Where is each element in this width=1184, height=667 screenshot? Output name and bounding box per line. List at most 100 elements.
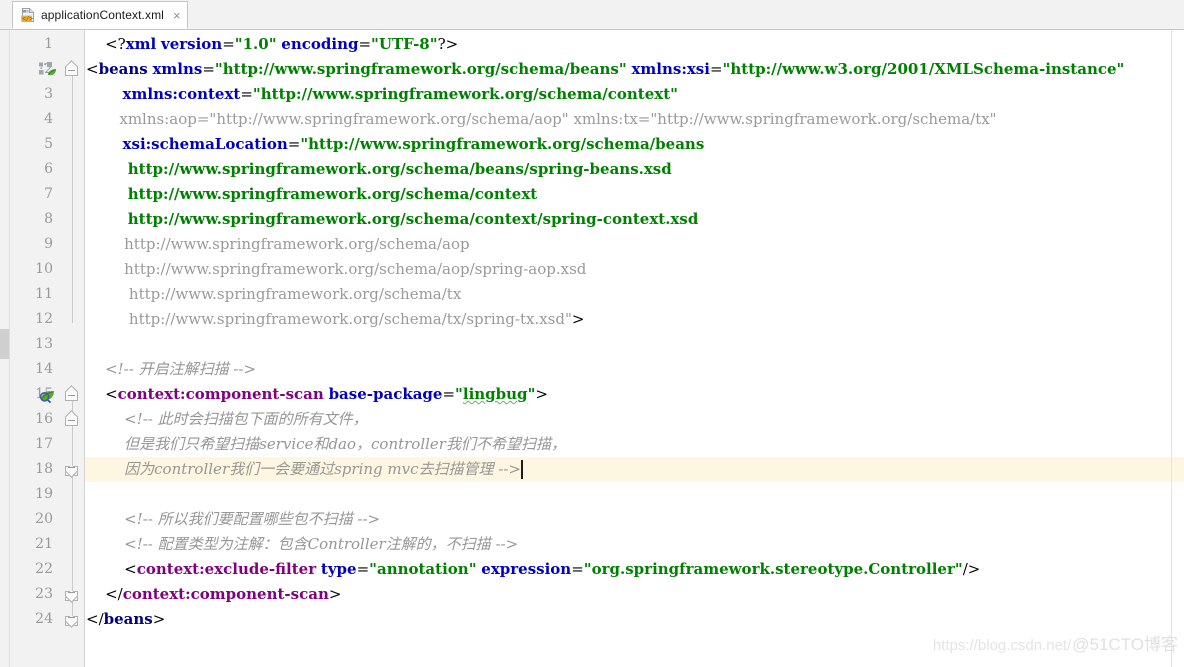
code-token-punct: ?> — [437, 35, 459, 53]
fold-toggle-icon[interactable] — [65, 412, 80, 427]
line-number: 12 — [35, 311, 53, 327]
line-number: 21 — [35, 536, 53, 552]
code-token-comment: 但是我们只希望扫描service和dao，controller我们不希望扫描， — [86, 435, 566, 453]
fold-toggle-icon[interactable] — [65, 462, 80, 477]
line-number: 5 — [44, 136, 53, 152]
code-token-punct: /> — [962, 560, 981, 578]
code-fold-gutter[interactable] — [60, 30, 85, 667]
code-token-eq: = — [240, 85, 253, 103]
code-line[interactable]: <?xml version="1.0" encoding="UTF-8"?> — [86, 32, 1184, 57]
watermark-url: https://blog.csdn.net/ — [932, 637, 1072, 654]
line-number: 3 — [44, 86, 53, 102]
line-number: 6 — [44, 161, 53, 177]
code-token-tag: beans — [98, 60, 148, 78]
code-line[interactable]: 因为controller我们一会要通过spring mvc去扫描管理 --> — [86, 457, 1184, 482]
code-token-val: "http://www.springframework.org/schema/c… — [252, 85, 678, 103]
code-token-val: "1.0" — [234, 35, 277, 53]
code-token-val: http://www.springframework.org/schema/co… — [86, 185, 538, 203]
code-token-punct: > — [571, 310, 585, 328]
tab-close-icon[interactable]: × — [173, 9, 181, 22]
code-token-punct: > — [152, 610, 166, 628]
fold-rail — [72, 71, 73, 323]
line-number: 16 — [35, 411, 53, 427]
code-token-eq: = — [571, 560, 584, 578]
code-token-attr: xsi:schemaLocation — [86, 135, 288, 153]
svg-text:</>: </> — [22, 15, 33, 22]
tab-bar-left-pad — [0, 0, 12, 29]
code-token-punct: < — [86, 560, 137, 578]
code-token-eq: = — [709, 60, 723, 78]
editor-tab-bar: </> applicationContext.xml × — [0, 0, 1184, 30]
code-token-eq: = — [287, 135, 301, 153]
code-token-dim: http://www.springframework.org/schema/tx… — [86, 310, 572, 328]
code-token-attr: xmlns — [152, 60, 203, 78]
code-token-comment: <!-- 开启注解扫描 --> — [86, 360, 257, 378]
code-line[interactable]: http://www.springframework.org/schema/be… — [86, 157, 1184, 182]
code-line[interactable]: <!-- 开启注解扫描 --> — [86, 357, 1184, 382]
code-token-punct: < — [86, 60, 99, 78]
code-line[interactable]: http://www.springframework.org/schema/tx — [86, 282, 1184, 307]
code-line[interactable]: <!-- 所以我们要配置哪些包不扫描 --> — [86, 507, 1184, 532]
code-line[interactable]: http://www.springframework.org/schema/co… — [86, 182, 1184, 207]
code-line[interactable]: 但是我们只希望扫描service和dao，controller我们不希望扫描， — [86, 432, 1184, 457]
fold-toggle-icon[interactable] — [65, 587, 80, 602]
spring-component-scan-gutter-icon[interactable] — [38, 386, 58, 409]
editor-error-stripe[interactable] — [0, 30, 10, 667]
code-token-ns: context:component-scan — [117, 385, 324, 403]
code-line[interactable]: <context:exclude-filter type="annotation… — [86, 557, 1184, 582]
code-token-punct: < — [86, 385, 118, 403]
code-token-val: "http://www.springframework.org/schema/b… — [214, 60, 627, 78]
code-token-val: http://www.springframework.org/schema/be… — [86, 160, 672, 178]
tab-applicationcontext-xml[interactable]: </> applicationContext.xml × — [12, 1, 188, 29]
code-line[interactable]: <beans xmlns="http://www.springframework… — [86, 57, 1184, 82]
code-line[interactable]: http://www.springframework.org/schema/co… — [86, 207, 1184, 232]
code-line[interactable]: http://www.springframework.org/schema/ao… — [86, 257, 1184, 282]
code-token-val: "org.springframework.stereotype.Controll… — [583, 560, 963, 578]
fold-toggle-icon[interactable] — [65, 62, 80, 77]
code-token-attr: expression — [481, 560, 572, 578]
code-token-dim: xmlns:aop="http://www.springframework.or… — [86, 110, 997, 128]
line-number: 19 — [35, 486, 53, 502]
watermark: https://blog.csdn.net/ @51CTO博客 — [933, 630, 1178, 655]
line-number: 8 — [44, 211, 53, 227]
xml-file-icon: </> — [20, 7, 36, 23]
code-token-comment: <!-- 配置类型为注解：包含Controller注解的，不扫描 --> — [86, 535, 519, 553]
code-line[interactable] — [86, 482, 1184, 507]
code-line[interactable]: xmlns:context="http://www.springframewor… — [86, 82, 1184, 107]
line-number: 4 — [44, 111, 53, 127]
code-token-dim: http://www.springframework.org/schema/tx — [86, 285, 462, 303]
code-token-eq: = — [358, 35, 372, 53]
code-line[interactable]: xsi:schemaLocation="http://www.springfra… — [86, 132, 1184, 157]
code-line[interactable]: </context:component-scan> — [86, 582, 1184, 607]
code-line[interactable]: xmlns:aop="http://www.springframework.or… — [86, 107, 1184, 132]
code-line[interactable] — [86, 332, 1184, 357]
code-token-attr: xml — [125, 35, 157, 53]
code-token-val-squiggle: lingbug — [462, 385, 528, 403]
code-token-eq: = — [202, 60, 215, 78]
code-token-eq: = — [442, 385, 456, 403]
code-line[interactable]: http://www.springframework.org/schema/tx… — [86, 307, 1184, 332]
code-text-area[interactable]: <?xml version="1.0" encoding="UTF-8"?> <b… — [86, 30, 1184, 667]
line-number: 1 — [44, 36, 53, 52]
code-token-punct: > — [535, 385, 548, 403]
code-line[interactable]: </beans> — [86, 607, 1184, 632]
line-number: 17 — [35, 436, 53, 452]
code-token-attr: base-package — [328, 385, 443, 403]
scrollbar-thumb[interactable] — [0, 329, 9, 359]
code-token-comment: <!-- 此时会扫描包下面的所有文件， — [86, 410, 368, 428]
code-token-punct: </ — [86, 610, 104, 628]
tab-label: applicationContext.xml — [41, 8, 164, 22]
fold-toggle-icon[interactable] — [65, 387, 80, 402]
code-token-dim: http://www.springframework.org/schema/ao… — [86, 235, 470, 253]
spring-bean-gutter-icon[interactable] — [38, 61, 58, 84]
line-number: 23 — [35, 586, 53, 602]
code-token-attr: type — [320, 560, 357, 578]
fold-toggle-icon[interactable] — [65, 612, 80, 627]
code-editor[interactable]: 123456789101112131415161718192021222324 … — [0, 30, 1184, 667]
code-line[interactable]: <!-- 配置类型为注解：包含Controller注解的，不扫描 --> — [86, 532, 1184, 557]
code-line[interactable]: <!-- 此时会扫描包下面的所有文件， — [86, 407, 1184, 432]
watermark-handle: @51CTO博客 — [1072, 635, 1178, 654]
code-line[interactable]: http://www.springframework.org/schema/ao… — [86, 232, 1184, 257]
line-number: 20 — [35, 511, 53, 527]
code-line[interactable]: <context:component-scan base-package="li… — [86, 382, 1184, 407]
